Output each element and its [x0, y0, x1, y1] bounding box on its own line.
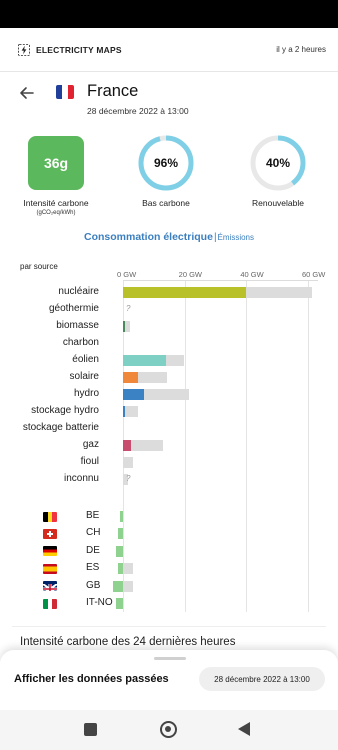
- capacity-bar[interactable]: [123, 406, 139, 417]
- unknown-marker: ?: [126, 304, 131, 313]
- app-header: ELECTRICITY MAPS il y a 2 heures: [0, 28, 338, 72]
- last-updated: il y a 2 heures: [276, 45, 326, 54]
- zone-name: France: [87, 82, 139, 100]
- carbon-intensity-label: Intensité carbone: [23, 198, 89, 208]
- exchange-bar[interactable]: [119, 511, 123, 522]
- low-carbon-value: 96%: [153, 156, 179, 170]
- flag-it-no-icon: [43, 598, 57, 609]
- production-bar[interactable]: [123, 372, 139, 383]
- home-icon[interactable]: [160, 721, 177, 738]
- history-title: Intensité carbone des 24 dernières heure…: [20, 636, 236, 648]
- source-label: fioul: [80, 456, 99, 467]
- grid-line: [184, 280, 186, 612]
- source-label: nucléaire: [58, 286, 99, 297]
- source-label: charbon: [62, 337, 99, 348]
- axis-tick-label: 60 GW: [302, 270, 326, 279]
- sheet-handle[interactable]: [154, 657, 186, 660]
- axis-tick-label: 40 GW: [240, 270, 264, 279]
- exchange-label: BE: [86, 510, 100, 521]
- exchange-label: DE: [86, 544, 100, 556]
- chart-tabs: Consommation électrique|Émissions: [0, 231, 338, 243]
- source-label: stockage hydro: [31, 405, 99, 416]
- flag-gb-icon: [43, 581, 57, 592]
- tab-separator: |: [213, 232, 217, 243]
- production-bar[interactable]: [123, 355, 166, 366]
- tab-emissions[interactable]: Émissions: [218, 233, 254, 242]
- zone-header: France 28 décembre 2022 à 13:00: [0, 72, 338, 120]
- source-label: biomasse: [56, 320, 99, 331]
- flag-be-icon: [43, 511, 57, 522]
- flag-es-icon: [43, 563, 57, 574]
- exchange-label: CH: [86, 527, 101, 539]
- tab-consumption[interactable]: Consommation électrique: [84, 231, 213, 243]
- grid-line: [308, 280, 309, 612]
- production-bar[interactable]: [123, 440, 131, 451]
- exchange-bar[interactable]: [118, 563, 123, 575]
- carbon-intensity-box[interactable]: 36g: [28, 136, 84, 190]
- renewable-value: 40%: [265, 156, 291, 170]
- flag-de-icon: [43, 546, 57, 557]
- production-bar[interactable]: [123, 321, 126, 332]
- unknown-marker: ?: [126, 474, 131, 483]
- x-axis: [123, 280, 318, 281]
- low-carbon-label: Bas carbone: [142, 198, 190, 208]
- production-bar[interactable]: [123, 406, 125, 417]
- brand-name: ELECTRICITY MAPS: [36, 44, 122, 55]
- section-divider: [12, 626, 326, 627]
- grid-line: [246, 280, 248, 612]
- android-navbar: [0, 710, 338, 750]
- brand[interactable]: ELECTRICITY MAPS: [18, 43, 122, 56]
- chart-title: par source: [20, 262, 58, 271]
- capacity-bar[interactable]: [123, 457, 133, 468]
- history-bottom-sheet[interactable]: Afficher les données passées 28 décembre…: [0, 650, 338, 710]
- lightning-logo-icon: [18, 43, 30, 56]
- flag-ch-icon: [43, 528, 57, 539]
- production-bar[interactable]: [123, 287, 247, 298]
- sheet-title: Afficher les données passées: [14, 673, 169, 685]
- source-label: éolien: [72, 354, 99, 365]
- date-picker-button[interactable]: 28 décembre 2022 à 13:00: [199, 667, 325, 691]
- source-label: hydro: [73, 388, 99, 399]
- renewable-label: Renouvelable: [252, 198, 304, 208]
- axis-tick-label: 20 GW: [178, 270, 202, 279]
- production-bar[interactable]: [123, 389, 145, 400]
- recents-icon[interactable]: [84, 723, 97, 736]
- exchange-bar[interactable]: [117, 528, 123, 540]
- zone-datetime: 28 décembre 2022 à 13:00: [87, 106, 189, 116]
- france-flag-icon: [56, 85, 74, 99]
- exchange-bar[interactable]: [115, 598, 123, 609]
- axis-tick-label: 0 GW: [117, 270, 137, 279]
- source-label: solaire: [69, 371, 99, 382]
- carbon-intensity-unit: (gCO₂eq/kWh): [36, 210, 76, 216]
- back-arrow-icon[interactable]: [18, 84, 36, 102]
- source-label: inconnu: [63, 473, 99, 484]
- exchange-label: GB: [86, 579, 101, 591]
- exchange-bar[interactable]: [113, 580, 123, 592]
- source-label: géothermie: [48, 303, 99, 314]
- source-label: stockage batterie: [22, 422, 99, 433]
- exchange-label: ES: [86, 562, 100, 574]
- exchange-label: IT-NO: [86, 597, 113, 608]
- source-label: gaz: [82, 439, 99, 450]
- status-bar: [0, 0, 338, 28]
- nav-back-icon[interactable]: [238, 722, 250, 736]
- exchange-bar[interactable]: [115, 545, 123, 557]
